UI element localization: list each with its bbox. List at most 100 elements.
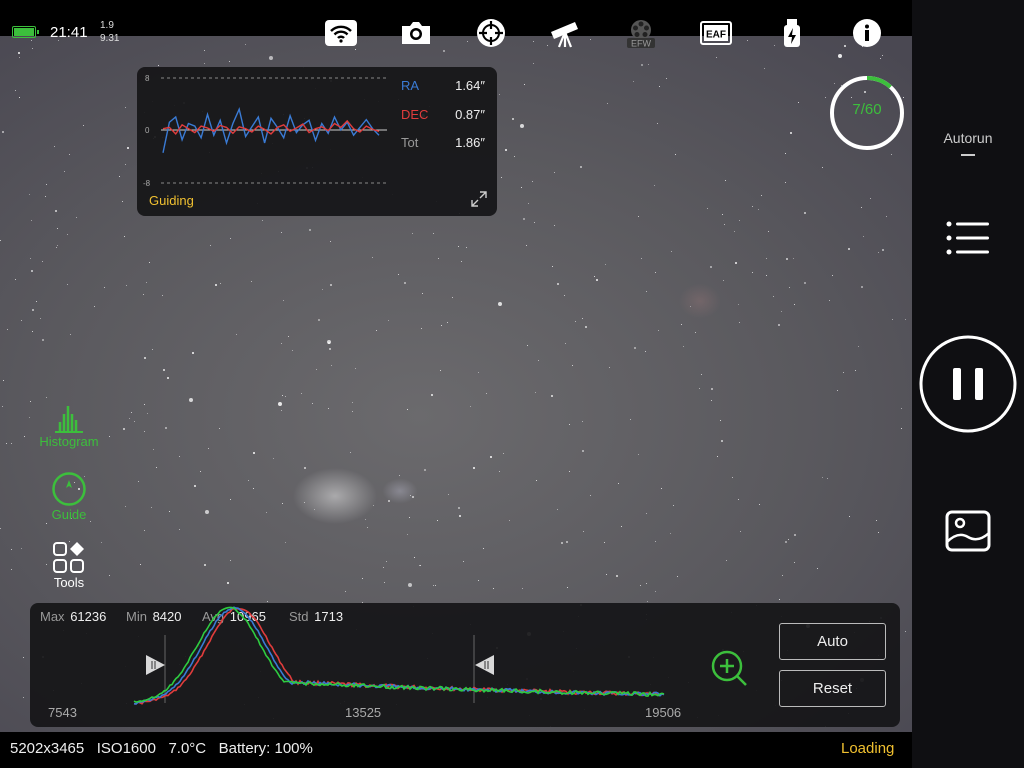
star [655, 591, 657, 593]
star [739, 322, 741, 324]
star [855, 370, 857, 372]
autorun-label[interactable]: Autorun [912, 130, 1024, 146]
star [459, 515, 462, 518]
white-point-handle[interactable] [475, 655, 494, 675]
black-point-handle[interactable] [146, 655, 165, 675]
star [147, 413, 149, 415]
star [152, 349, 154, 351]
star [638, 454, 640, 456]
star [752, 206, 754, 208]
star [162, 295, 164, 297]
star [57, 228, 59, 230]
histogram-icon [55, 406, 83, 433]
star [46, 184, 48, 186]
star [552, 266, 554, 268]
star [458, 507, 461, 510]
star [189, 398, 193, 402]
usb-power-icon[interactable] [772, 14, 812, 52]
star [499, 94, 501, 96]
star [149, 262, 151, 264]
star [565, 343, 567, 345]
star [330, 284, 333, 287]
star [618, 483, 620, 485]
zoom-in-icon[interactable] [710, 649, 748, 687]
star [269, 56, 273, 60]
auto-button[interactable]: Auto [779, 623, 886, 660]
star [822, 477, 824, 479]
star [882, 55, 884, 57]
star [372, 257, 374, 259]
star [282, 395, 284, 397]
focus-target-icon[interactable] [471, 14, 511, 52]
guide-y-zero: 0 [145, 126, 150, 135]
star [671, 251, 673, 253]
star [2, 131, 5, 134]
star [248, 480, 250, 482]
star [158, 65, 160, 67]
info-icon[interactable] [847, 14, 887, 52]
star [309, 229, 312, 232]
star [383, 567, 385, 569]
star [282, 503, 284, 505]
histogram-panel[interactable]: Max 61236 Min 8420 Avg 10965 Std 1713 75… [30, 603, 900, 727]
star [11, 549, 13, 551]
expand-icon[interactable] [471, 191, 487, 207]
star [794, 534, 797, 537]
histogram-blue-curve [133, 606, 665, 705]
star [399, 475, 401, 477]
star [778, 324, 781, 327]
star [352, 411, 354, 413]
telescope-icon[interactable] [546, 14, 586, 52]
list-icon[interactable] [944, 218, 992, 258]
star [794, 304, 796, 306]
star [524, 84, 526, 86]
star [229, 61, 231, 63]
star [764, 68, 766, 70]
star [647, 601, 649, 603]
star [711, 388, 714, 391]
star [566, 541, 569, 544]
star [23, 697, 25, 699]
star [57, 245, 59, 247]
star [64, 171, 66, 173]
reset-button[interactable]: Reset [779, 670, 886, 707]
histogram-tool[interactable]: Histogram [29, 404, 109, 449]
efw-icon[interactable]: EFW [621, 14, 661, 52]
guide-tool[interactable]: Guide [29, 471, 109, 522]
eaf-icon[interactable]: EAF [696, 14, 736, 52]
star [83, 125, 85, 127]
star [410, 495, 412, 497]
star [204, 50, 206, 52]
star [266, 512, 268, 514]
tools-tool[interactable]: Tools [29, 541, 109, 590]
star [54, 146, 56, 148]
star [285, 542, 287, 544]
voltage-bottom: 9.31 [100, 33, 120, 44]
star [677, 576, 679, 578]
star [858, 346, 860, 348]
star [29, 194, 31, 196]
gallery-icon[interactable] [944, 509, 992, 553]
star [646, 583, 648, 585]
camera-icon[interactable] [396, 14, 436, 52]
star [70, 334, 72, 336]
star [447, 322, 449, 324]
star [253, 452, 256, 455]
star [849, 516, 851, 518]
star [520, 124, 524, 128]
star [414, 557, 416, 559]
star [478, 580, 480, 582]
guiding-panel[interactable]: 8 0 -8 RA 1.64″ DEC 0.87″ Tot 1.86″ Guid… [137, 67, 497, 216]
star [880, 58, 882, 60]
star [606, 574, 608, 576]
wifi-icon[interactable] [321, 14, 361, 52]
pause-button[interactable] [918, 335, 1018, 433]
star [409, 517, 411, 519]
star [42, 339, 45, 342]
star [32, 331, 34, 333]
star [609, 367, 611, 369]
star [169, 511, 171, 513]
star [285, 396, 287, 398]
star [554, 172, 556, 174]
star [140, 564, 142, 566]
